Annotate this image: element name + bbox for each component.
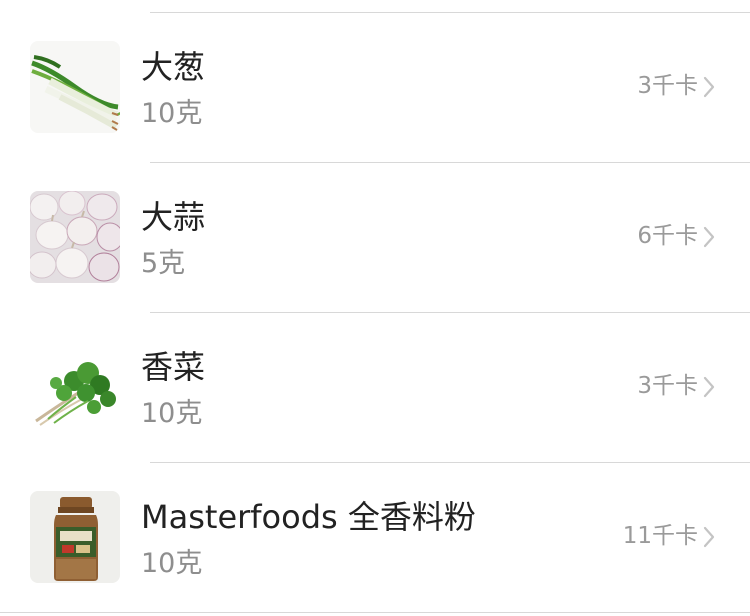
ingredient-row-garlic[interactable]: 大蒜 5克 6千卡 xyxy=(0,163,750,312)
ingredient-calories: 6千卡 xyxy=(637,223,698,249)
spice-jar-image xyxy=(30,491,120,583)
ingredient-name: Masterfoods 全香料粉 xyxy=(141,498,476,536)
ingredient-amount: 5克 xyxy=(141,248,186,279)
chevron-right-icon xyxy=(703,226,715,248)
divider xyxy=(0,612,750,613)
ingredient-name: 大葱 xyxy=(141,48,206,86)
ingredient-row-spice[interactable]: Masterfoods 全香料粉 10克 11千卡 xyxy=(0,463,750,612)
ingredient-amount: 10克 xyxy=(141,398,203,429)
ingredient-amount: 10克 xyxy=(141,548,203,579)
chevron-right-icon xyxy=(703,76,715,98)
ingredient-row-coriander[interactable]: 香菜 10克 3千卡 xyxy=(0,313,750,462)
ingredient-calories: 11千卡 xyxy=(622,523,698,549)
chevron-right-icon xyxy=(703,526,715,548)
garlic-image xyxy=(30,191,120,283)
ingredient-name: 大蒜 xyxy=(141,198,206,236)
ingredient-calories: 3千卡 xyxy=(637,73,698,99)
ingredient-row-scallion[interactable]: 大葱 10克 3千卡 xyxy=(0,13,750,162)
ingredient-list: 大葱 10克 3千卡 大蒜 5克 6千卡 香菜 10克 3千卡 Masterfo… xyxy=(0,0,750,616)
ingredient-amount: 10克 xyxy=(141,98,203,129)
coriander-image xyxy=(30,341,120,433)
chevron-right-icon xyxy=(703,376,715,398)
ingredient-name: 香菜 xyxy=(141,348,206,386)
scallion-image xyxy=(30,41,120,133)
ingredient-calories: 3千卡 xyxy=(637,373,698,399)
